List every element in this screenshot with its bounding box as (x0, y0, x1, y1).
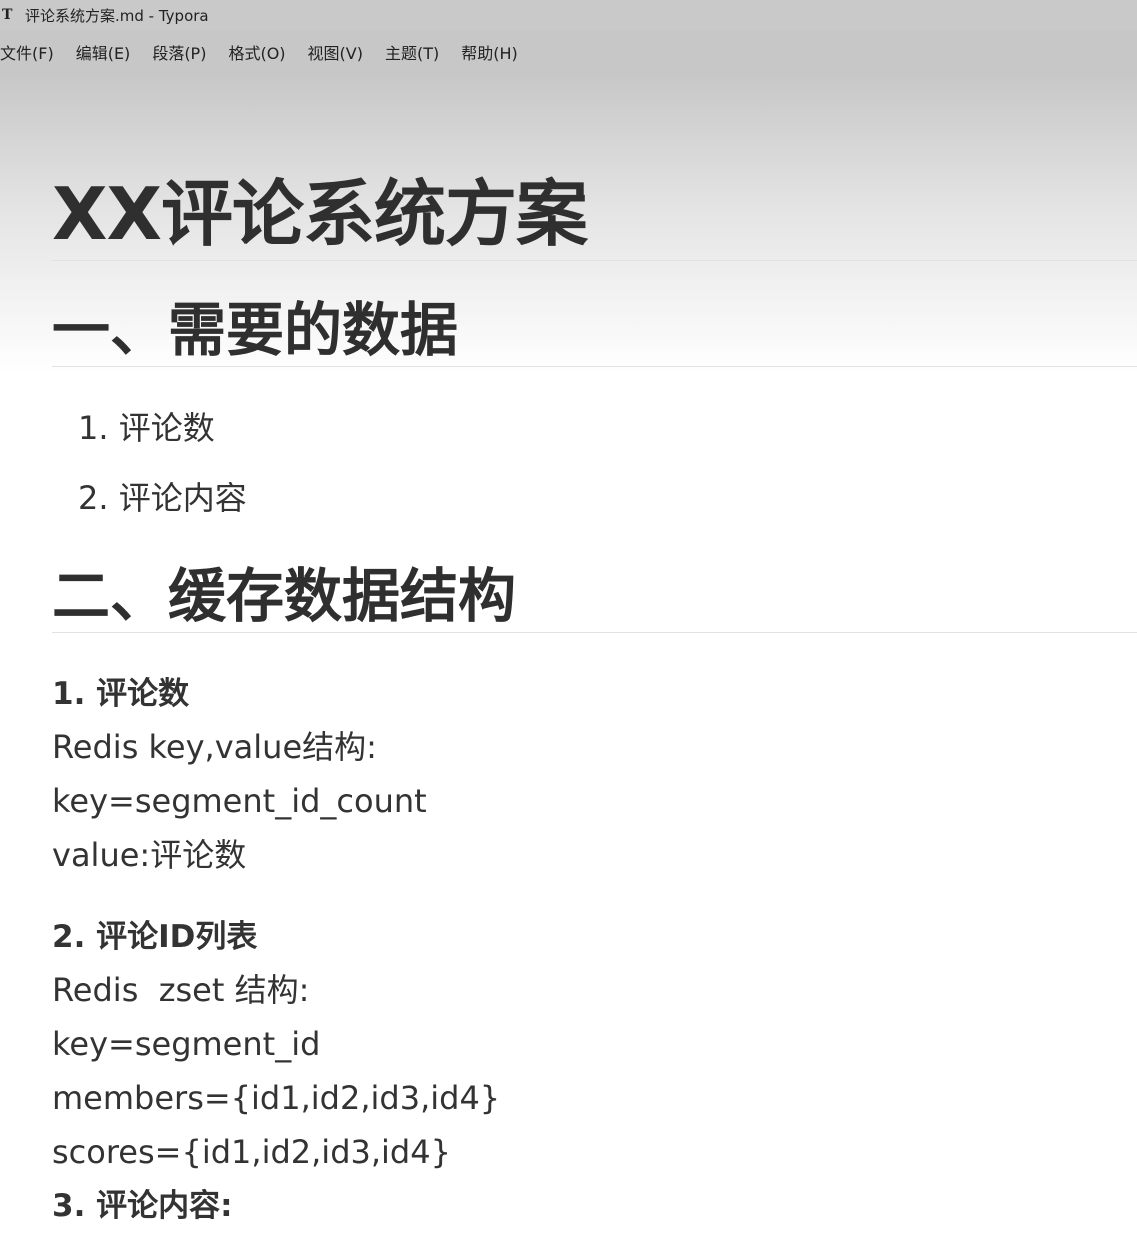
sub2-line[interactable]: Redis zset 结构: (52, 970, 309, 1010)
sub1-line[interactable]: value:评论数 (52, 835, 246, 875)
menu-format[interactable]: 格式(O) (228, 40, 285, 64)
menu-paragraph[interactable]: 段落(P) (152, 40, 206, 64)
menu-help[interactable]: 帮助(H) (461, 40, 518, 64)
sub1-heading[interactable]: 1. 评论数 (52, 674, 189, 714)
section1-heading[interactable]: 一、需要的数据 (52, 294, 1137, 367)
typora-app-icon: T (2, 7, 13, 23)
section1-list-item[interactable]: 1. 评论数 (78, 408, 215, 448)
menu-view[interactable]: 视图(V) (308, 40, 363, 64)
sub2-line[interactable]: members={id1,id2,id3,id4} (52, 1078, 500, 1118)
menu-edit[interactable]: 编辑(E) (76, 40, 131, 64)
menu-theme[interactable]: 主题(T) (385, 40, 439, 64)
window-title: 评论系统方案.md - Typora (25, 6, 209, 25)
sub2-line[interactable]: key=segment_id (52, 1024, 320, 1064)
sub2-heading[interactable]: 2. 评论ID列表 (52, 917, 257, 957)
sub3-heading[interactable]: 3. 评论内容: (52, 1186, 233, 1226)
sub2-line[interactable]: scores={id1,id2,id3,id4} (52, 1132, 451, 1172)
section2-heading[interactable]: 二、缓存数据结构 (52, 560, 1137, 633)
sub1-line[interactable]: Redis key,value结构: (52, 727, 377, 767)
sub1-line[interactable]: key=segment_id_count (52, 781, 427, 821)
window-titlebar: T 评论系统方案.md - Typora (0, 0, 1137, 30)
menu-bar: 文件(F) 编辑(E) 段落(P) 格式(O) 视图(V) 主题(T) 帮助(H… (0, 30, 1137, 74)
section1-list-item[interactable]: 2. 评论内容 (78, 478, 247, 518)
menu-file[interactable]: 文件(F) (0, 40, 54, 64)
document-title[interactable]: XX评论系统方案 (52, 168, 1137, 261)
